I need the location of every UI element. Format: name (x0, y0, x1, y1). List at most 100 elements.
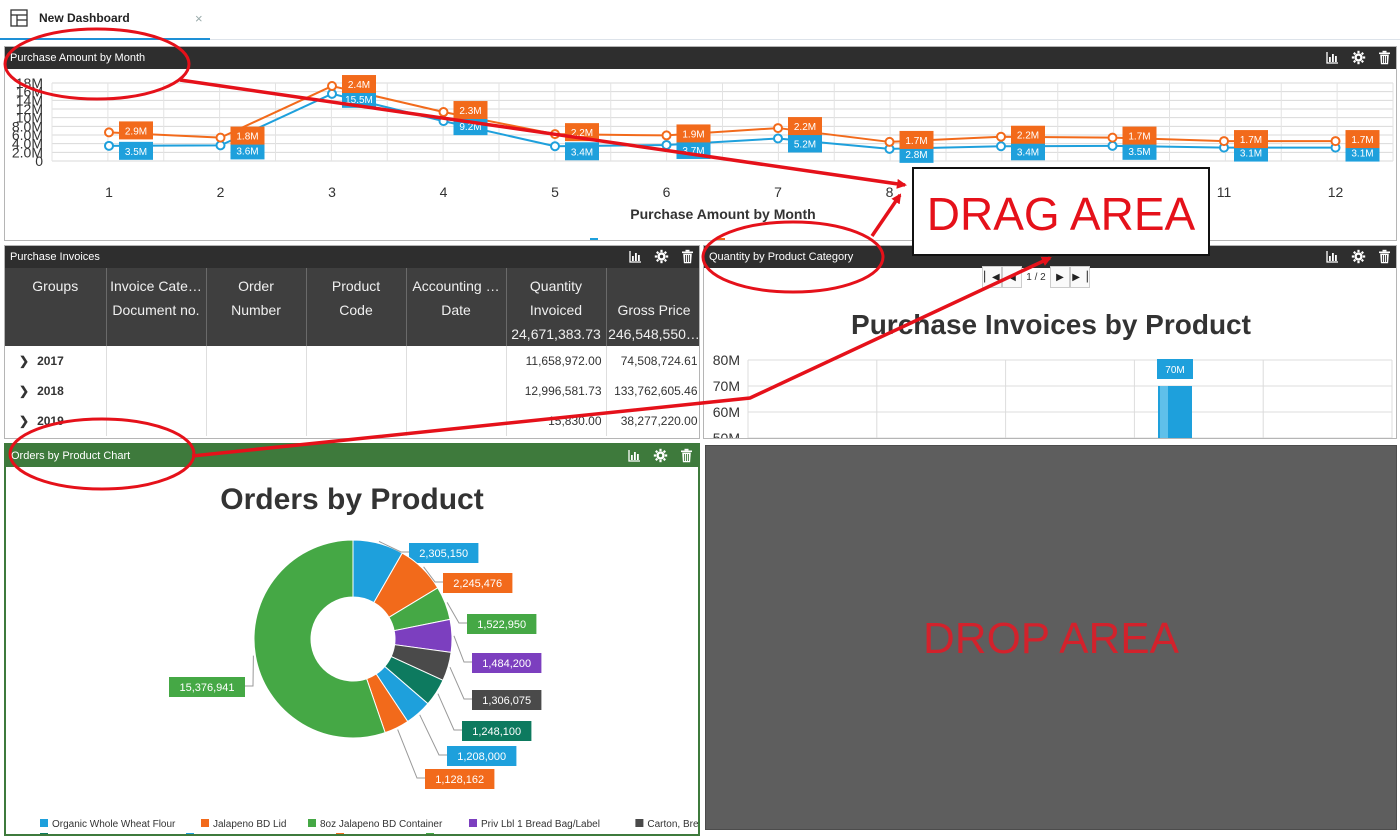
drop-area[interactable]: DROP AREA (705, 445, 1397, 830)
tab-bar: New Dashboard × (0, 0, 1400, 40)
panel-purchase-invoices[interactable]: Purchase Invoices Groups Invoice Cate… Do… (4, 245, 700, 439)
trash-icon[interactable] (1377, 50, 1392, 65)
data-label: 3.5M (125, 147, 147, 158)
legend-swatch (426, 833, 434, 834)
data-point (104, 127, 114, 138)
cell-gross-price: 38,277,220.00 (606, 406, 699, 436)
data-point (996, 131, 1006, 142)
data-label: 3.4M (571, 147, 593, 158)
legend-swatch (469, 819, 477, 827)
data-label: 1,208,000 (457, 751, 506, 763)
chart-type-icon[interactable] (627, 448, 642, 463)
table-row[interactable]: ❯ 2017 11,658,972.00 74,508,724.61 (5, 346, 699, 376)
settings-gear-icon[interactable] (1351, 249, 1366, 264)
data-label: 3.7M (682, 146, 704, 157)
data-point (215, 132, 226, 143)
chevron-right-icon[interactable]: ❯ (19, 354, 29, 368)
data-label: 1,306,075 (482, 695, 531, 707)
column-header-gross-price[interactable]: Gross Price 246,548,550… (606, 268, 699, 346)
drag-area[interactable]: DRAG AREA (912, 167, 1210, 256)
x-tick-label: 4 (440, 184, 448, 200)
data-label: 1,248,100 (472, 726, 521, 738)
data-label: 2.2M (1017, 131, 1039, 142)
x-tick-label: 11 (1217, 184, 1232, 200)
cell-quantity: 11,658,972.00 (506, 346, 607, 376)
x-tick-label: 3 (328, 184, 336, 200)
data-label: 1,484,200 (482, 658, 531, 670)
bar-highlight (1160, 386, 1168, 438)
table-row[interactable]: ❯ 2019 15,830.00 38,277,220.00 (5, 406, 699, 436)
panel-tools (627, 448, 694, 463)
leader-line (437, 693, 462, 731)
x-tick-label: 12 (1328, 184, 1344, 200)
next-page-button[interactable]: ▶ (1050, 266, 1070, 288)
group-label: 2018 (37, 384, 64, 398)
data-point (1219, 136, 1229, 147)
data-label: 2,305,150 (419, 548, 468, 560)
cell-quantity: 15,830.00 (506, 406, 607, 436)
first-page-button[interactable]: ▏◀ (982, 266, 1002, 288)
chart-type-icon[interactable] (1325, 249, 1340, 264)
data-label: 1,522,950 (477, 619, 526, 631)
data-label: 1.7M (1240, 135, 1262, 146)
leader-line (245, 655, 254, 687)
column-header-accounting-date[interactable]: Accounting … Date (406, 268, 507, 346)
data-point (773, 133, 783, 144)
data-point (661, 139, 672, 150)
data-label: 3.1M (1351, 149, 1373, 160)
data-label: 1.7M (1351, 135, 1373, 146)
settings-gear-icon[interactable] (1351, 50, 1366, 65)
trash-icon[interactable] (1377, 249, 1392, 264)
last-page-button[interactable]: ▶▕ (1070, 266, 1090, 288)
chevron-right-icon[interactable]: ❯ (19, 414, 29, 428)
data-label: 3.6M (236, 146, 258, 157)
legend-swatch (40, 833, 48, 834)
panel-header[interactable]: Orders by Product Chart (6, 445, 698, 467)
cell-quantity: 12,996,581.73 (506, 376, 607, 406)
column-header-product-code[interactable]: Product Code (306, 268, 407, 346)
table-row[interactable]: ❯ 2018 12,996,581.73 133,762,605.46 (5, 376, 699, 406)
tab-close-icon[interactable]: × (195, 11, 203, 26)
dashboard-icon (10, 9, 28, 27)
x-tick-label: 1 (105, 184, 113, 200)
column-header-groups[interactable]: Groups (5, 268, 107, 346)
panel-orders-by-product[interactable]: Orders by Product Chart Orders by Produc… (4, 443, 700, 836)
data-point (996, 141, 1006, 152)
data-label: 1.8M (236, 132, 258, 143)
legend-swatch (590, 238, 598, 240)
legend-label: Carton, Bread (647, 819, 698, 830)
cell-gross-price: 133,762,605.46 (606, 376, 699, 406)
pivot-grid-area: Groups Invoice Cate… Document no. Order Nu… (5, 268, 699, 438)
chart-type-icon[interactable] (628, 249, 643, 264)
settings-gear-icon[interactable] (653, 448, 668, 463)
data-label: 2.8M (905, 150, 927, 161)
settings-gear-icon[interactable] (654, 249, 669, 264)
legend-swatch (308, 819, 316, 827)
column-header-invoice-category[interactable]: Invoice Cate… Document no. (106, 268, 207, 346)
legend-label: Organic Whole Wheat Flour (52, 819, 176, 830)
chevron-right-icon[interactable]: ❯ (19, 384, 29, 398)
prev-page-button[interactable]: ◀ (1002, 266, 1022, 288)
data-label: 2,245,476 (453, 578, 502, 590)
trash-icon[interactable] (680, 249, 695, 264)
legend-swatch (635, 819, 644, 827)
panel-tools (1325, 249, 1392, 264)
data-point (661, 130, 672, 141)
data-label: 3.5M (1128, 147, 1150, 158)
column-header-order-number[interactable]: Order Number (206, 268, 307, 346)
chart-type-icon[interactable] (1325, 50, 1340, 65)
data-label: 2.3M (459, 106, 481, 117)
y-tick-label: 0 (35, 153, 43, 169)
tab-new-dashboard[interactable]: New Dashboard × (0, 0, 210, 40)
data-label: 1,128,162 (435, 774, 484, 786)
donut-chart-area: Orders by Product 2,305,150 2,245,476 1,522… (6, 467, 698, 834)
chart-title: Purchase Invoices by Product (851, 309, 1251, 340)
panel-header[interactable]: Purchase Amount by Month (5, 47, 1396, 69)
data-label: 9.2M (459, 122, 481, 133)
trash-icon[interactable] (679, 448, 694, 463)
legend-swatch (40, 819, 48, 827)
x-tick-label: 7 (774, 184, 782, 200)
panel-header[interactable]: Purchase Invoices (5, 246, 699, 268)
data-label: 1.7M (1128, 132, 1150, 143)
column-header-quantity-invoiced[interactable]: Quantity Invoiced 24,671,383.73 (506, 268, 607, 346)
